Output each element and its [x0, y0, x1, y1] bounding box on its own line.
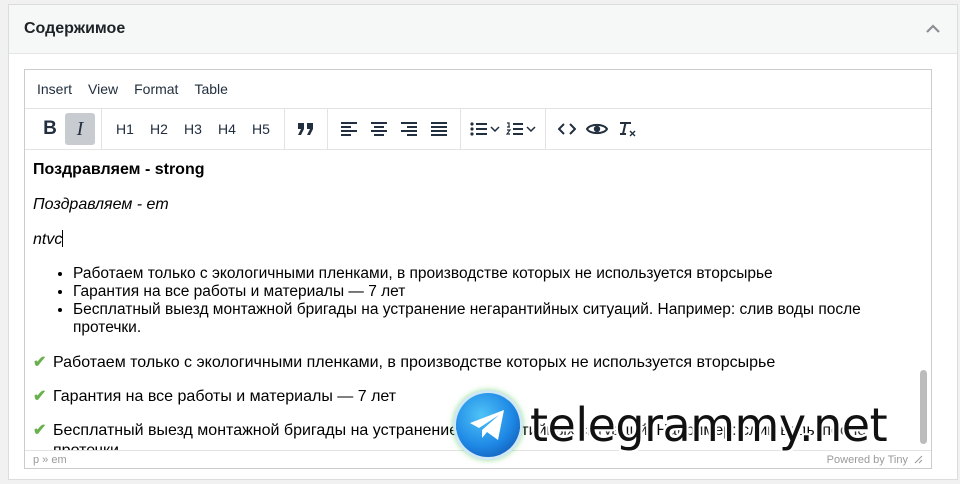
- resize-handle-icon[interactable]: [914, 455, 923, 464]
- blockquote-button[interactable]: [291, 113, 321, 145]
- align-left-button[interactable]: [334, 113, 364, 145]
- em-paragraph: Поздравляем - em: [33, 195, 907, 214]
- watermark-text: telegrammy.net: [530, 398, 888, 452]
- toolbar-group-headings: H1 H2 H3 H4 H5: [102, 109, 285, 149]
- align-left-icon: [341, 122, 357, 136]
- toolbar-group-quote: [285, 109, 328, 149]
- italic-button[interactable]: I: [65, 113, 95, 145]
- bullet-list: Работаем только с экологичными пленками,…: [33, 265, 907, 337]
- toolbar-group-tools: [546, 109, 648, 149]
- align-right-button[interactable]: [394, 113, 424, 145]
- chevron-down-icon[interactable]: [490, 124, 500, 135]
- editor-toolbar: B I H1 H2 H3 H4 H5: [25, 109, 931, 150]
- bullet-list-icon: [470, 122, 487, 136]
- checkmark-icon: ✔: [33, 388, 47, 405]
- panel-title: Содержимое: [24, 20, 126, 37]
- collapse-button[interactable]: [923, 19, 943, 39]
- h3-button[interactable]: H3: [176, 113, 210, 145]
- typed-text: ntvc: [33, 231, 63, 248]
- toolbar-group-align: [328, 109, 461, 149]
- numbered-list-button[interactable]: [503, 113, 539, 145]
- preview-button[interactable]: [582, 113, 612, 145]
- content-scrollbar[interactable]: [920, 370, 927, 444]
- h2-button[interactable]: H2: [142, 113, 176, 145]
- clear-formatting-button[interactable]: [612, 113, 642, 145]
- panel-header[interactable]: Содержимое: [9, 5, 957, 54]
- editor-menubar: Insert View Format Table: [25, 70, 931, 109]
- check-item: ✔ Работаем только с экологичными пленкам…: [33, 353, 907, 373]
- telegram-logo-icon: [456, 393, 520, 457]
- chevron-down-icon[interactable]: [526, 124, 536, 135]
- check-item-text: Гарантия на все работы и материалы — 7 л…: [53, 388, 397, 405]
- menu-format[interactable]: Format: [126, 77, 186, 101]
- h1-button[interactable]: H1: [108, 113, 142, 145]
- strong-text: Поздравляем - strong: [33, 161, 205, 178]
- checkmark-icon: ✔: [33, 354, 47, 371]
- check-item-text: Работаем только с экологичными пленками,…: [53, 354, 776, 371]
- menu-table[interactable]: Table: [186, 77, 235, 101]
- align-justify-button[interactable]: [424, 113, 454, 145]
- quote-icon: [298, 123, 313, 135]
- checkmark-icon: ✔: [33, 422, 47, 439]
- watermark: telegrammy.net: [456, 392, 888, 458]
- element-path[interactable]: p » em: [33, 454, 67, 466]
- numbered-list-icon: [506, 122, 523, 135]
- h4-button[interactable]: H4: [210, 113, 244, 145]
- clear-format-icon: [620, 122, 636, 137]
- chevron-up-icon: [926, 24, 940, 33]
- toolbar-group-lists: [461, 109, 546, 149]
- typed-paragraph: ntvc: [33, 230, 907, 249]
- align-right-icon: [401, 122, 417, 136]
- align-center-icon: [371, 122, 387, 136]
- toolbar-group-format: B I: [29, 109, 102, 149]
- h5-button[interactable]: H5: [244, 113, 278, 145]
- align-center-button[interactable]: [364, 113, 394, 145]
- bullet-list-button[interactable]: [467, 113, 503, 145]
- list-item: Бесплатный выезд монтажной бригады на ус…: [73, 301, 907, 337]
- text-cursor: [62, 230, 64, 247]
- list-item: Гарантия на все работы и материалы — 7 л…: [73, 283, 907, 301]
- em-text: Поздравляем - em: [33, 196, 169, 213]
- code-icon: [558, 123, 576, 135]
- align-justify-icon: [431, 122, 447, 136]
- eye-icon: [586, 123, 608, 135]
- source-code-button[interactable]: [552, 113, 582, 145]
- menu-insert[interactable]: Insert: [29, 77, 80, 101]
- menu-view[interactable]: View: [80, 77, 126, 101]
- list-item: Работаем только с экологичными пленками,…: [73, 265, 907, 283]
- bold-button[interactable]: B: [35, 113, 65, 145]
- strong-paragraph: Поздравляем - strong: [33, 160, 907, 179]
